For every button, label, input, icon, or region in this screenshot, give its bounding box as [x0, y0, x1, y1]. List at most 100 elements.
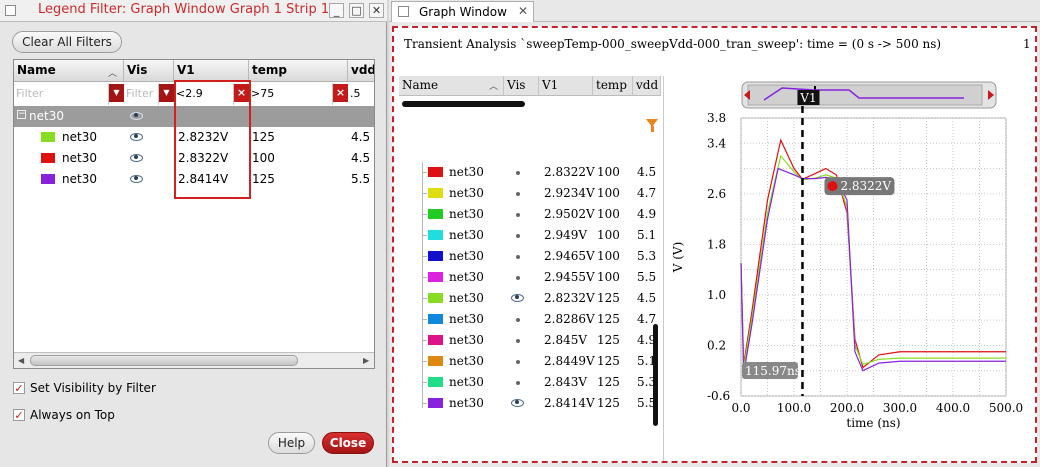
- sort-up-icon[interactable]: ︿: [108, 66, 117, 79]
- legend-color-swatch: [428, 335, 443, 345]
- vdd-filter-input[interactable]: .5: [348, 83, 374, 105]
- legend-header-vdd[interactable]: vdd: [633, 76, 661, 96]
- legend-color-swatch: [428, 230, 443, 240]
- column-header-v1[interactable]: V1: [174, 60, 249, 82]
- legend-color-swatch: [428, 377, 443, 387]
- legend-color-swatch: [428, 272, 443, 282]
- legend-header-v1[interactable]: V1: [539, 76, 593, 96]
- legend-row[interactable]: net30 2.8322V 100 4.5: [399, 162, 661, 183]
- hidden-dot-icon[interactable]: [516, 276, 520, 280]
- clear-all-filters-button[interactable]: Clear All Filters: [12, 31, 122, 53]
- legend-row[interactable]: net30 2.845V 125 4.9: [399, 330, 661, 351]
- row-temp: 125: [252, 130, 275, 144]
- scrollbar-thumb[interactable]: [30, 355, 298, 366]
- dialog-titlebar[interactable]: Legend Filter: Graph Window Graph 1 Stri…: [0, 0, 387, 22]
- legend-row[interactable]: net30 2.9455V 100 5.5: [399, 267, 661, 288]
- hidden-dot-icon[interactable]: [516, 318, 520, 322]
- legend-row-temp: 125: [597, 291, 620, 305]
- legend-row-name: net30: [449, 249, 484, 263]
- horizontal-scrollbar[interactable]: ◀ ▶: [14, 352, 374, 368]
- name-filter-input[interactable]: Filter: [14, 83, 109, 105]
- y-tick-label: 3.4: [707, 136, 726, 150]
- eye-icon[interactable]: [130, 154, 143, 162]
- hidden-dot-icon[interactable]: [516, 339, 520, 343]
- legend-row-vdd: 5.3: [637, 249, 657, 263]
- sort-up-icon[interactable]: ︿: [489, 79, 498, 92]
- tab-label: Graph Window: [419, 5, 507, 19]
- maximize-icon[interactable]: □: [349, 3, 364, 18]
- column-header-temp[interactable]: temp: [249, 60, 348, 82]
- hidden-dot-icon[interactable]: [516, 255, 520, 259]
- tree-connector: [422, 361, 427, 362]
- close-tab-icon[interactable]: ✕: [518, 4, 528, 18]
- v1-column-highlight: [174, 80, 251, 199]
- graph-legend: Name ︿ Vis V1 temp vdd net30 2.8322V 100 4.…: [399, 76, 664, 461]
- set-visibility-checkbox[interactable]: ✓: [13, 382, 25, 394]
- hidden-dot-icon[interactable]: [516, 171, 520, 175]
- y-tick-label: 3.8: [707, 111, 726, 125]
- legend-row-v1: 2.843V: [544, 375, 588, 389]
- scroll-right-icon[interactable]: ▶: [363, 356, 369, 365]
- temp-filter-clear-icon[interactable]: ×: [333, 84, 348, 102]
- marker-dot[interactable]: [827, 181, 838, 192]
- close-window-icon[interactable]: ✕: [369, 3, 384, 18]
- legend-row[interactable]: net30 2.9502V 100 4.9: [399, 204, 661, 225]
- legend-row-name: net30: [449, 165, 484, 179]
- hidden-dot-icon[interactable]: [516, 234, 520, 238]
- legend-row[interactable]: net30 2.8286V 125 4.7: [399, 309, 661, 330]
- name-filter-dropdown-icon[interactable]: ▼: [109, 84, 124, 102]
- scroll-left-icon[interactable]: ◀: [18, 356, 24, 365]
- legend-row[interactable]: net30 2.8414V 125 5.5: [399, 393, 661, 414]
- legend-row-temp: 100: [597, 186, 620, 200]
- legend-row[interactable]: net30 2.843V 125 5.3: [399, 372, 661, 393]
- legend-header-temp[interactable]: temp: [593, 76, 633, 96]
- graph-frame: Transient Analysis `sweepTemp-000_sweepV…: [392, 26, 1037, 463]
- always-on-top-checkbox[interactable]: ✓: [13, 409, 25, 421]
- eye-icon[interactable]: [511, 399, 524, 407]
- eye-icon[interactable]: [130, 175, 143, 183]
- legend-row[interactable]: net30 2.8232V 125 4.5: [399, 288, 661, 309]
- hidden-dot-icon[interactable]: [516, 192, 520, 196]
- column-header-vdd[interactable]: vdd: [348, 60, 374, 82]
- vis-filter-dropdown-icon[interactable]: ▼: [159, 84, 174, 102]
- window-menu-icon[interactable]: [5, 5, 16, 16]
- legend-row-temp: 100: [597, 249, 620, 263]
- legend-separator-bar: [402, 101, 525, 107]
- column-header-vis[interactable]: Vis: [124, 60, 174, 82]
- legend-color-swatch: [428, 251, 443, 261]
- row-temp: 125: [252, 172, 275, 186]
- legend-row-vdd: 5.5: [637, 270, 657, 284]
- eye-icon[interactable]: [130, 112, 143, 120]
- tab-graph-window[interactable]: Graph Window ✕: [391, 1, 534, 22]
- graph-icon: [398, 6, 409, 17]
- legend-scroll-indicator[interactable]: [653, 324, 658, 426]
- x-tick-label: 200.0: [830, 401, 864, 415]
- vis-filter-input[interactable]: Filter: [124, 83, 159, 105]
- hidden-dot-icon[interactable]: [516, 381, 520, 385]
- close-button[interactable]: Close: [322, 432, 374, 454]
- tree-connector: [422, 319, 427, 320]
- waveform-plot[interactable]: 3.8 3.4 2.6 1.8 1.0 0.2 -0.60.0 100.0 200.0 300.0…: [664, 76, 1039, 463]
- legend-row-v1: 2.845V: [544, 333, 588, 347]
- eye-icon[interactable]: [130, 133, 143, 141]
- legend-row-name: net30: [449, 228, 484, 242]
- collapse-icon[interactable]: −: [17, 110, 26, 119]
- legend-color-swatch: [428, 209, 443, 219]
- hidden-dot-icon[interactable]: [516, 213, 520, 217]
- legend-row[interactable]: net30 2.949V 100 5.1: [399, 225, 661, 246]
- help-button[interactable]: Help: [268, 432, 315, 454]
- legend-row-v1: 2.8286V: [544, 312, 595, 326]
- legend-row[interactable]: net30 2.9234V 100 4.7: [399, 183, 661, 204]
- eye-icon[interactable]: [511, 294, 524, 302]
- hidden-dot-icon[interactable]: [516, 360, 520, 364]
- row-name: net30: [62, 130, 97, 144]
- legend-row-v1: 2.9455V: [544, 270, 595, 284]
- temp-filter-input[interactable]: >75: [249, 83, 333, 105]
- minimize-icon[interactable]: _: [329, 3, 344, 18]
- legend-row[interactable]: net30 2.9465V 100 5.3: [399, 246, 661, 267]
- legend-header-vis[interactable]: Vis: [504, 76, 539, 96]
- legend-row-name: net30: [449, 312, 484, 326]
- legend-row[interactable]: net30 2.8449V 125 5.1: [399, 351, 661, 372]
- filter-funnel-stem: [651, 126, 654, 132]
- color-swatch: [41, 153, 55, 163]
